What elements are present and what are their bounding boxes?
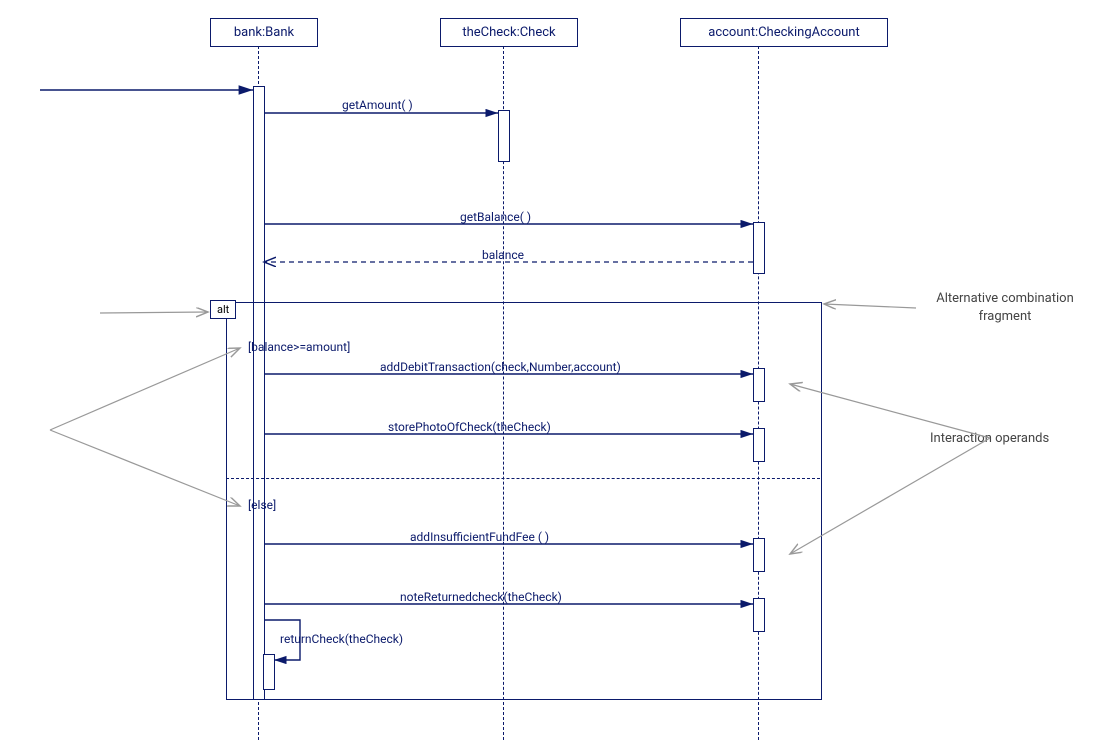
annotation-pointer-guard2 (50, 430, 240, 506)
guard-else: [else] (248, 498, 276, 512)
annotation-pointer-guard1 (50, 348, 240, 430)
annotation-interaction-operands: Interaction operands (930, 430, 1110, 448)
msg-adddebit: addDebitTransaction(check,Number,account… (380, 360, 621, 374)
participant-account-label: account:CheckingAccount (708, 25, 860, 40)
msg-getbalance: getBalance( ) (460, 210, 531, 224)
annotation-pointer-alt-right (824, 304, 916, 308)
msg-returncheck: returnCheck(theCheck) (280, 632, 403, 646)
participant-account: account:CheckingAccount (680, 18, 888, 47)
sequence-diagram-canvas: bank:Bank theCheck:Check account:Checkin… (0, 0, 1112, 750)
guard-balance-ge-amount: [balance>=amount] (248, 340, 350, 354)
alt-operator-tab: alt (210, 300, 236, 319)
participant-bank-label: bank:Bank (234, 25, 294, 40)
participant-bank: bank:Bank (210, 18, 318, 47)
activation-check-getamount (498, 110, 510, 162)
participant-check: theCheck:Check (440, 18, 578, 47)
alt-operator-label: alt (217, 303, 229, 316)
alt-operand-separator (226, 478, 820, 479)
msg-storephoto: storePhotoOfCheck(theCheck) (388, 420, 551, 434)
msg-getamount: getAmount( ) (342, 98, 413, 112)
annotation-pointer-alt-left (100, 312, 208, 313)
annotation-alt-fragment: Alternative combination fragment (920, 290, 1090, 326)
msg-balance: balance (482, 248, 524, 262)
msg-addfee: addInsufficientFundFee ( ) (410, 530, 549, 544)
msg-notereturned: noteReturnedcheck(theCheck) (400, 590, 562, 604)
participant-check-label: theCheck:Check (462, 25, 555, 40)
activation-account-getbalance (753, 222, 765, 274)
